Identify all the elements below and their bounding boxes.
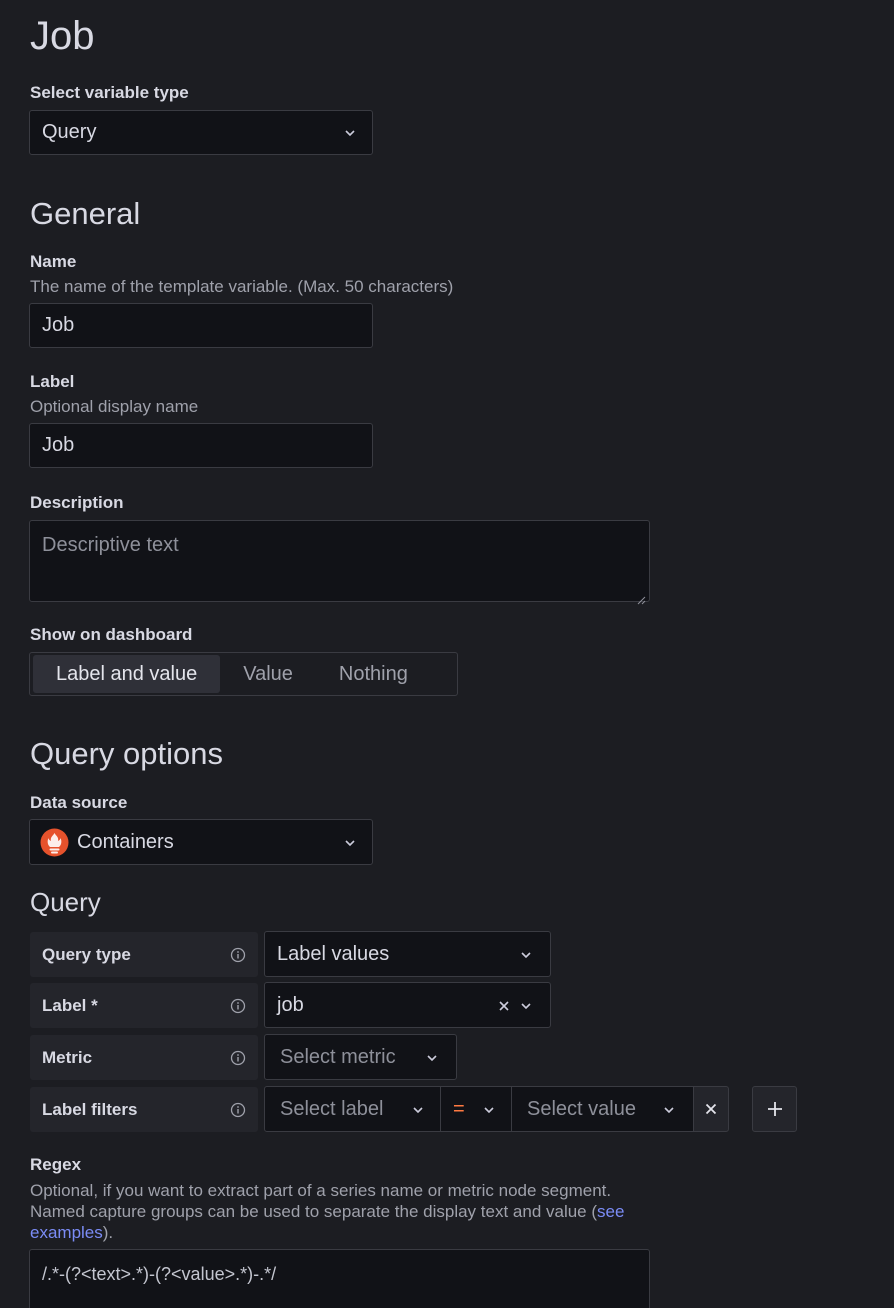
label-select-label: Label * (30, 983, 258, 1028)
data-source-picker[interactable]: Containers (29, 819, 373, 865)
info-icon[interactable] (230, 947, 246, 963)
variable-type-label: Select variable type (30, 83, 189, 102)
chevron-down-icon (410, 1102, 426, 1118)
label-filters-label-text: Label filters (42, 1099, 138, 1119)
query-type-label-text: Query type (42, 944, 131, 964)
description-textarea[interactable]: Descriptive text (29, 520, 650, 605)
label-label: Label (30, 372, 75, 391)
info-icon[interactable] (230, 1050, 246, 1066)
label-select-label-text: Label * (42, 995, 98, 1015)
label-filters-label: Label filters (30, 1087, 258, 1132)
metric-label-text: Metric (42, 1047, 93, 1067)
metric-placeholder: Select metric (280, 1045, 396, 1068)
chevron-down-icon (342, 125, 358, 141)
info-icon[interactable] (230, 998, 246, 1014)
filter-value-select[interactable]: Select value (511, 1086, 694, 1132)
query-heading: Query (30, 887, 101, 917)
data-source-value: Containers (77, 830, 174, 853)
regex-input[interactable]: /.*-(?<text>.*)-(?<value>.*)-.*/ (29, 1249, 650, 1308)
chevron-down-icon (518, 998, 534, 1014)
variable-type-select[interactable]: Query (29, 110, 373, 155)
clear-icon[interactable] (496, 998, 512, 1014)
filter-value-placeholder: Select value (527, 1097, 636, 1120)
regex-description-end: ). (102, 1223, 114, 1242)
resize-handle-icon[interactable] (636, 588, 646, 605)
plus-icon (766, 1100, 784, 1118)
query-type-value: Label values (277, 942, 390, 965)
query-type-label: Query type (30, 932, 258, 977)
filter-label-placeholder: Select label (280, 1097, 384, 1120)
query-type-select[interactable]: Label values (264, 931, 551, 977)
name-input-value: Job (42, 314, 75, 336)
chevron-down-icon (661, 1102, 677, 1118)
show-on-dashboard-label: Show on dashboard (30, 625, 193, 644)
chevron-down-icon (342, 835, 358, 851)
label-input-value: Job (42, 434, 75, 456)
regex-description-line1: Optional, if you want to extract part of… (30, 1181, 612, 1200)
label-description: Optional display name (30, 397, 199, 416)
regex-description-line2: Named capture groups can be used to sepa… (30, 1202, 598, 1221)
see-link[interactable]: see (597, 1202, 624, 1221)
chevron-down-icon (481, 1102, 497, 1118)
regex-input-value: /.*-(?<text>.*)-(?<value>.*)-.*/ (42, 1264, 277, 1284)
label-input[interactable]: Job (29, 423, 373, 468)
regex-description: Optional, if you want to extract part of… (30, 1180, 710, 1243)
description-placeholder: Descriptive text (42, 534, 179, 556)
prometheus-icon (40, 828, 69, 857)
add-filter-button[interactable] (752, 1086, 797, 1132)
name-description: The name of the template variable. (Max.… (30, 277, 454, 296)
examples-link[interactable]: examples (30, 1223, 103, 1242)
metric-select[interactable]: Select metric (264, 1034, 457, 1080)
general-heading: General (30, 196, 141, 231)
query-options-heading: Query options (30, 736, 223, 771)
data-source-label: Data source (30, 793, 128, 812)
variable-type-value: Query (42, 121, 97, 143)
filter-label-select[interactable]: Select label (264, 1086, 441, 1132)
option-label-and-value[interactable]: Label and value (33, 655, 221, 693)
option-value[interactable]: Value (220, 655, 316, 693)
name-label: Name (30, 252, 77, 271)
chevron-down-icon (424, 1050, 440, 1066)
option-nothing[interactable]: Nothing (316, 655, 431, 693)
chevron-down-icon (518, 947, 534, 963)
name-input[interactable]: Job (29, 303, 373, 348)
page-title: Job (30, 14, 95, 58)
metric-label: Metric (30, 1035, 258, 1080)
show-on-dashboard-radio-group: Label and value Value Nothing (29, 652, 458, 696)
label-select-value: job (277, 993, 304, 1016)
regex-label: Regex (30, 1155, 82, 1174)
label-select[interactable]: job (264, 982, 551, 1028)
info-icon[interactable] (230, 1102, 246, 1118)
close-icon (703, 1101, 719, 1117)
filter-operator-select[interactable]: = (440, 1086, 512, 1132)
description-label: Description (30, 493, 124, 512)
filter-operator-value: = (453, 1097, 465, 1120)
remove-filter-button[interactable] (693, 1086, 729, 1132)
